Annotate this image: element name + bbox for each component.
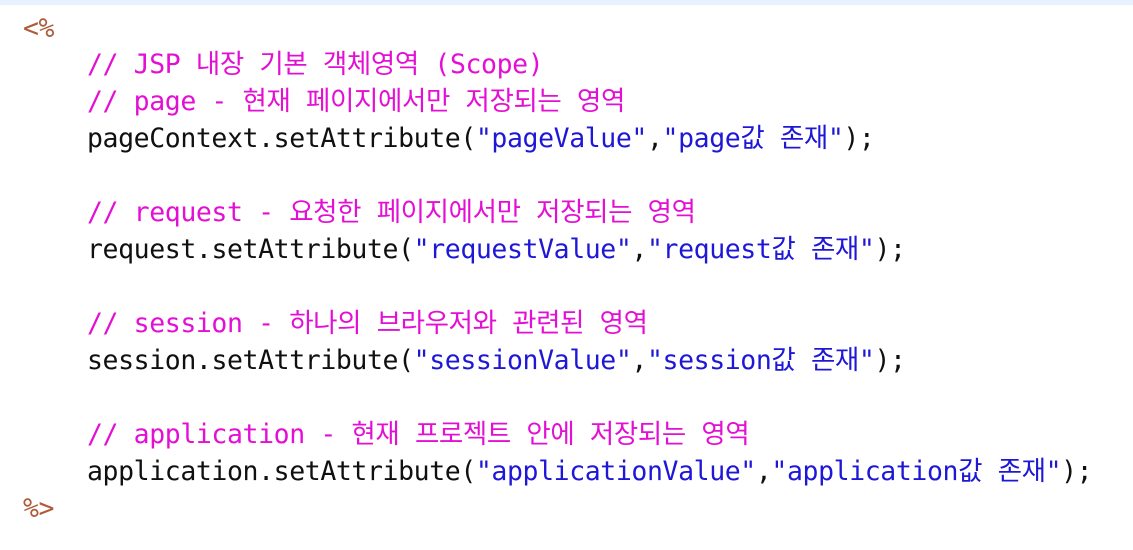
- string-key: "applicationValue": [475, 456, 756, 487]
- separator: ,: [755, 456, 772, 487]
- code-line-session: session.setAttribute("sessionValue","ses…: [87, 343, 906, 379]
- statement-end: );: [1061, 456, 1093, 487]
- separator: ,: [631, 345, 647, 376]
- code-line-page: pageContext.setAttribute("pageValue","pa…: [87, 121, 875, 157]
- object-name: session: [87, 345, 196, 376]
- string-value: "session값 존재": [646, 345, 875, 376]
- string-value: "page값 존재": [662, 123, 844, 154]
- statement-end: );: [874, 234, 906, 265]
- method-call: .setAttribute(: [258, 123, 476, 154]
- jsp-open-tag: <%: [23, 13, 55, 44]
- string-key: "sessionValue": [413, 345, 632, 376]
- jsp-close-tag: %>: [23, 493, 55, 524]
- object-name: pageContext: [87, 123, 259, 154]
- code-line-application: application.setAttribute("applicationVal…: [87, 454, 1093, 490]
- code-line-request: request.setAttribute("requestValue","req…: [87, 232, 906, 268]
- string-value: "application값 존재": [771, 456, 1062, 487]
- string-value: "request값 존재": [646, 234, 875, 265]
- separator: ,: [631, 234, 647, 265]
- method-call: .setAttribute(: [258, 456, 476, 487]
- separator: ,: [646, 123, 663, 154]
- comment-line-application: // application - 현재 프로젝트 안에 저장되는 영역: [87, 419, 750, 450]
- method-call: .setAttribute(: [195, 234, 414, 265]
- statement-end: );: [874, 345, 906, 376]
- comment-line-request: // request - 요청한 페이지에서만 저장되는 영역: [87, 197, 696, 228]
- object-name: request: [87, 234, 196, 265]
- object-name: application: [87, 456, 259, 487]
- code-editor[interactable]: <% // JSP 내장 기본 객체영역 (Scope) // page - 현…: [0, 5, 1133, 550]
- statement-end: );: [843, 123, 875, 154]
- comment-line-scope: // JSP 내장 기본 객체영역 (Scope): [87, 49, 544, 80]
- string-key: "requestValue": [413, 234, 632, 265]
- method-call: .setAttribute(: [195, 345, 414, 376]
- comment-line-session: // session - 하나의 브라우저와 관련된 영역: [87, 308, 648, 339]
- string-key: "pageValue": [475, 123, 648, 154]
- comment-line-page: // page - 현재 페이지에서만 저장되는 영역: [87, 86, 625, 117]
